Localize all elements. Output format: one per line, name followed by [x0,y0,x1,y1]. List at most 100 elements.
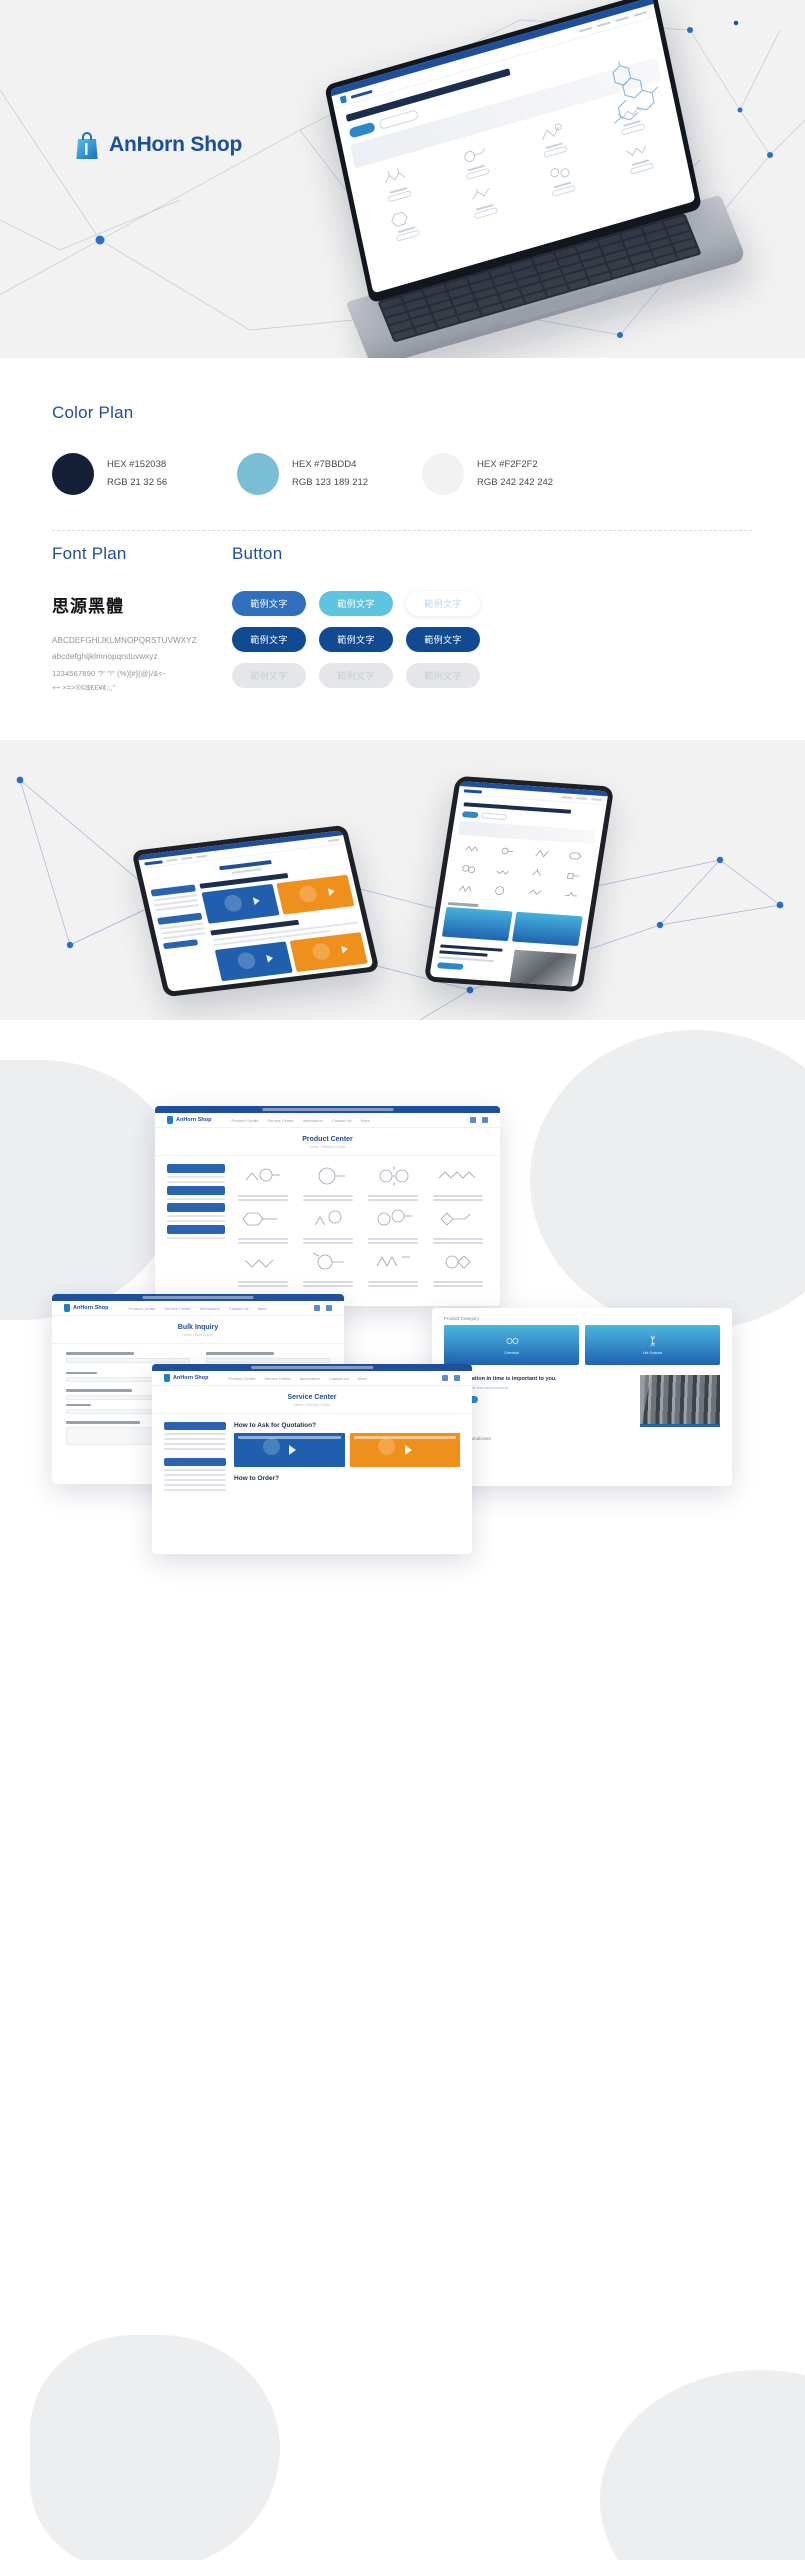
cart-icon[interactable] [454,1375,460,1381]
product-card[interactable] [455,840,489,858]
nav-item[interactable] [575,797,588,800]
nav-item[interactable]: Information [200,1306,220,1311]
product-card[interactable] [233,1207,293,1244]
category-card[interactable] [511,911,583,947]
product-card[interactable] [363,1207,423,1244]
nav-item[interactable]: Contact Us [332,1118,352,1123]
product-card[interactable] [428,1207,488,1244]
category-card-chemical[interactable]: Chemical [444,1325,579,1365]
tab-inactive[interactable] [480,812,508,821]
button-default-ghost[interactable]: 範例文字 [406,591,480,616]
product-card[interactable] [554,887,588,905]
category-card-life-science[interactable]: Life Science [585,1325,720,1365]
product-card[interactable] [560,847,594,865]
button-default-primary[interactable]: 範例文字 [232,591,306,616]
nav-item[interactable] [578,26,593,33]
account-icon[interactable] [327,838,340,842]
product-card[interactable] [490,842,524,860]
sidebar-item[interactable] [164,1484,226,1486]
nav-item[interactable]: Information [303,1118,323,1123]
cart-icon[interactable] [482,1117,488,1123]
product-card[interactable] [452,859,486,877]
sidebar-heading[interactable] [164,1458,226,1466]
product-card[interactable] [557,867,591,885]
product-card[interactable] [363,1250,423,1287]
category-item[interactable] [167,1198,225,1200]
category-item[interactable] [167,1237,225,1239]
account-icon[interactable] [591,798,603,801]
nav-item[interactable] [181,856,193,860]
product-card[interactable] [518,884,552,902]
field-input[interactable] [66,1357,190,1363]
nav-item[interactable]: Service Center [267,1118,293,1123]
sidebar-item[interactable] [164,1489,226,1491]
category-item[interactable] [167,1176,225,1178]
sidebar-item[interactable] [164,1433,226,1435]
field-input[interactable] [206,1357,330,1363]
sidebar-item[interactable] [164,1474,226,1476]
video-card[interactable] [349,1433,460,1467]
button-hover-cyan[interactable]: 範例文字 [319,627,393,652]
product-card[interactable] [363,1164,423,1201]
button-hover-primary[interactable]: 範例文字 [232,627,306,652]
nav-item[interactable] [596,21,611,28]
sidebar-item[interactable] [164,1479,226,1481]
product-card[interactable] [298,1207,358,1244]
product-card[interactable] [233,1250,293,1287]
video-card[interactable] [276,874,355,915]
category-card[interactable] [441,906,513,942]
video-card[interactable] [214,941,293,982]
category-heading[interactable] [167,1186,225,1195]
product-card[interactable] [448,879,482,897]
video-card[interactable] [201,883,280,924]
category-item[interactable] [167,1220,225,1222]
nav-item[interactable]: Product Center [231,1118,258,1123]
tab-active[interactable] [461,811,479,819]
nav-item[interactable] [166,858,178,862]
category-heading[interactable] [167,1203,225,1212]
product-card[interactable] [525,845,559,863]
category-heading[interactable] [167,1225,225,1234]
nav-item[interactable] [615,15,630,23]
nav-item[interactable]: Service Center [164,1306,190,1311]
video-card[interactable] [234,1433,345,1467]
nav-item[interactable] [633,10,648,18]
product-card[interactable] [298,1164,358,1201]
product-card[interactable] [298,1250,358,1287]
product-card[interactable] [233,1164,293,1201]
category-item[interactable] [167,1215,225,1217]
nav-item[interactable]: Information [300,1376,320,1381]
account-icon[interactable] [442,1375,448,1381]
product-card[interactable] [428,1250,488,1287]
sidebar-cta-button[interactable] [162,939,199,950]
nav-item[interactable]: Product Center [228,1376,255,1381]
sidebar-item[interactable] [164,1448,226,1450]
sidebar-item[interactable] [164,1438,226,1440]
product-card[interactable] [487,862,521,880]
sidebar-heading[interactable] [164,1422,226,1430]
sidebar-item[interactable] [164,1443,226,1445]
promo-cta-button[interactable] [436,962,464,970]
cart-icon[interactable] [326,1305,332,1311]
product-card[interactable] [483,882,517,900]
product-card[interactable] [522,864,556,882]
product-card[interactable] [428,1164,488,1201]
account-icon[interactable] [470,1117,476,1123]
nav-item[interactable] [560,796,573,799]
category-item[interactable] [167,1181,225,1183]
button-hover-ghost[interactable]: 範例文字 [406,627,480,652]
nav-item[interactable] [196,854,208,859]
account-icon[interactable] [314,1305,320,1311]
video-card[interactable] [289,932,368,973]
nav-item[interactable]: Product Center [128,1306,155,1311]
nav-item[interactable]: More [358,1376,367,1381]
category-heading[interactable] [167,1164,225,1173]
tab-active[interactable] [348,121,376,139]
nav-item[interactable]: Contact Us [229,1306,249,1311]
nav-item[interactable]: Contact Us [329,1376,349,1381]
nav-item[interactable]: Service Center [264,1376,290,1381]
nav-item[interactable]: More [258,1306,267,1311]
sidebar-item[interactable] [164,1469,226,1471]
nav-item[interactable]: More [361,1118,370,1123]
button-default-cyan[interactable]: 範例文字 [319,591,393,616]
